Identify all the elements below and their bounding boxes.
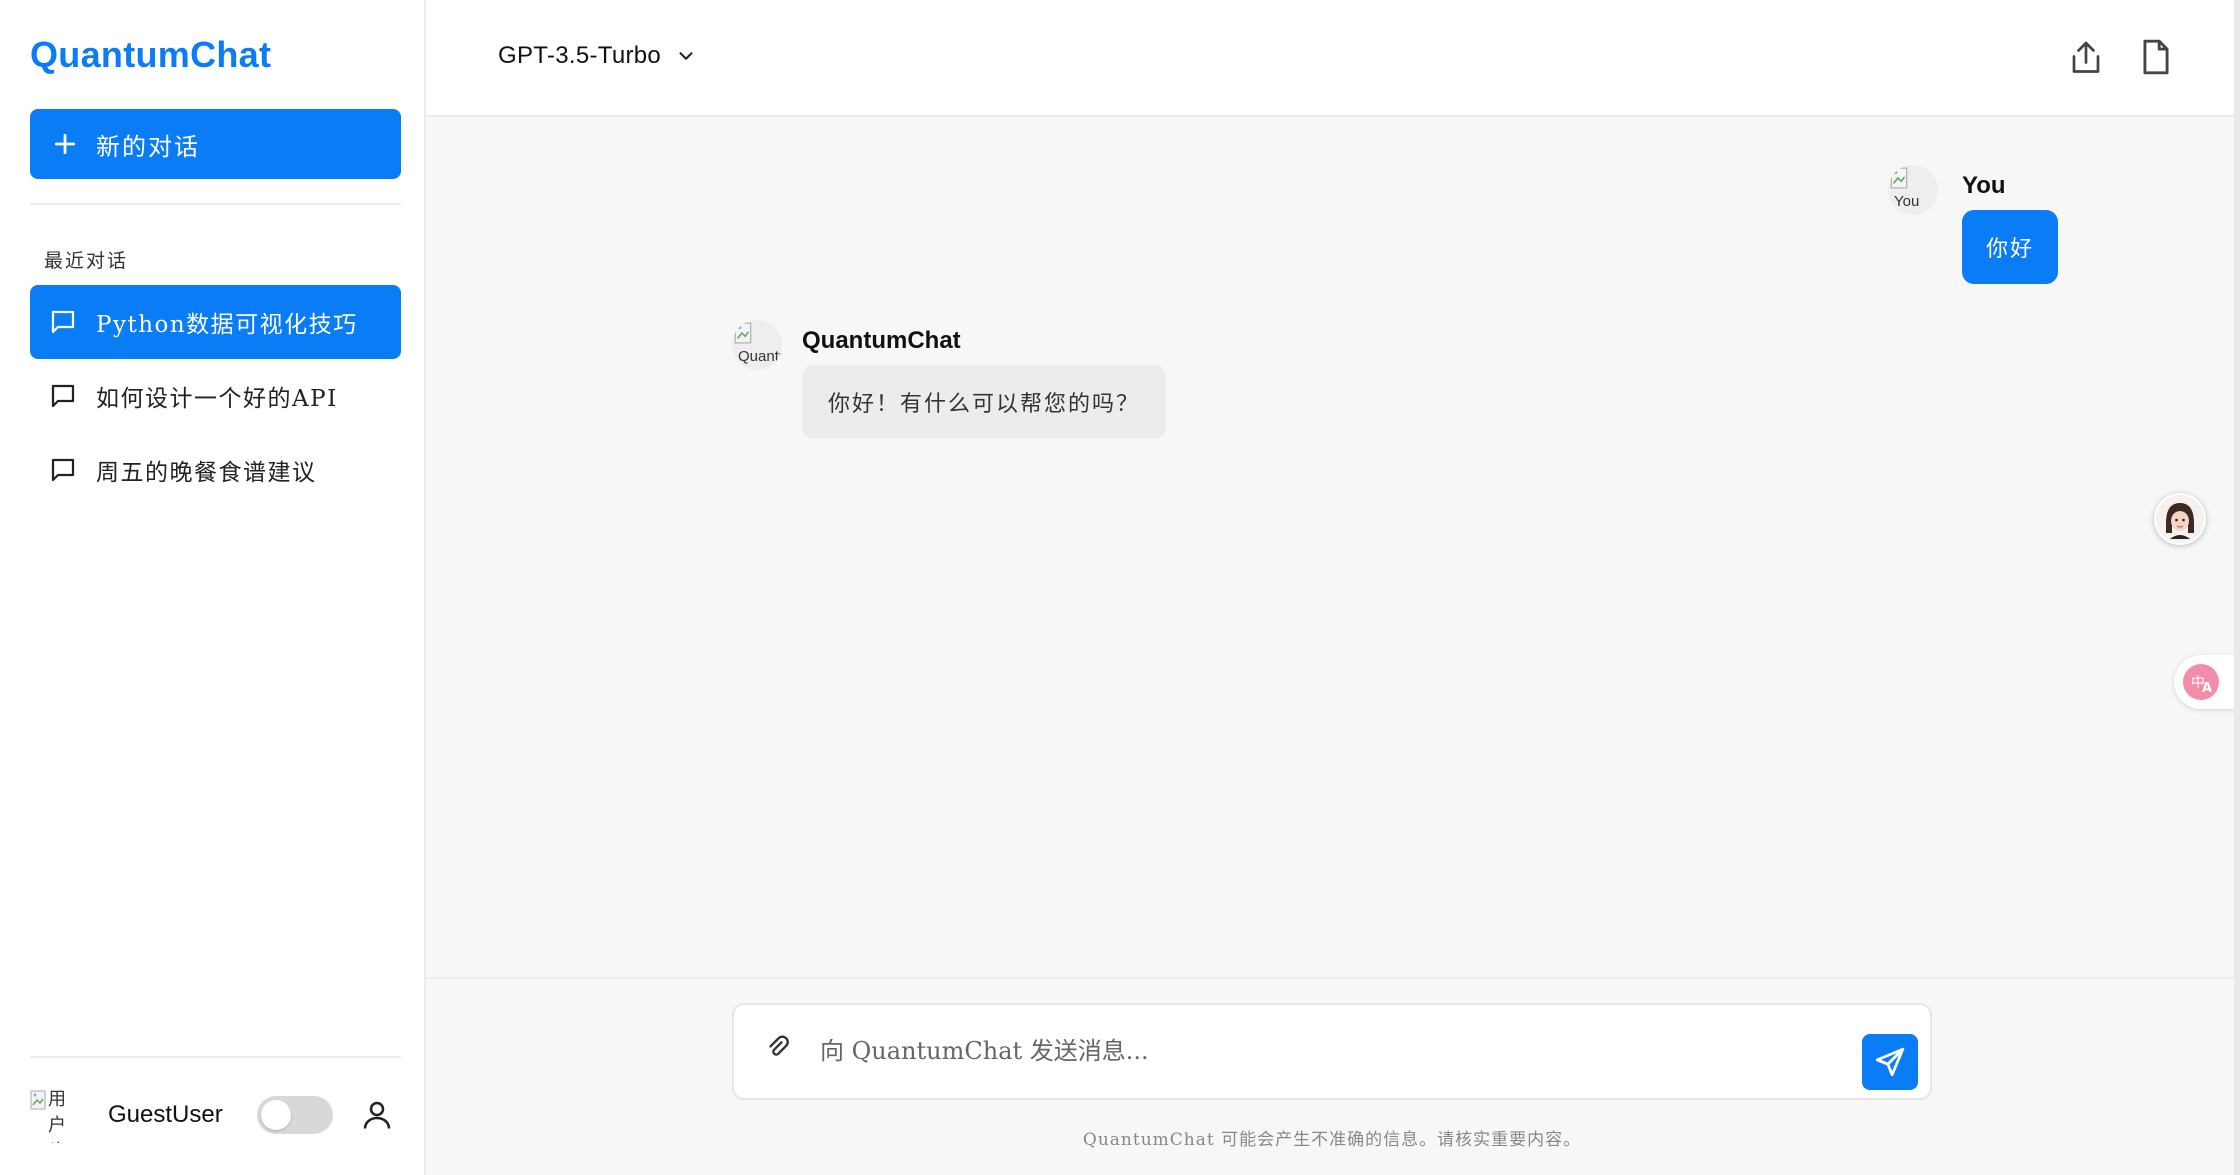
user-profile-row: 用户头像 GuestUser bbox=[30, 1085, 401, 1145]
user-icon[interactable] bbox=[359, 1097, 395, 1133]
user-avatar-alt: 用户头像 bbox=[48, 1089, 66, 1143]
user-avatar: 用户头像 bbox=[30, 1087, 78, 1143]
message-bubble-user: 你好 bbox=[1962, 210, 2058, 284]
sidebar-divider bbox=[30, 203, 401, 205]
chat-main: GPT-3.5-Turbo You You 你好 Quant QuantumCh… bbox=[426, 0, 2240, 1175]
user-name: GuestUser bbox=[108, 1101, 223, 1128]
message-input[interactable] bbox=[820, 1027, 1820, 1075]
conversation-label: 如何设计一个好的API bbox=[96, 386, 338, 412]
sidebar-divider bbox=[30, 1056, 401, 1058]
broken-image-icon bbox=[1890, 167, 1908, 189]
plus-icon bbox=[54, 133, 76, 155]
send-icon bbox=[1875, 1047, 1905, 1077]
avatar-alt-text: You bbox=[1894, 193, 1920, 210]
broken-image-icon bbox=[30, 1090, 46, 1110]
conversation-label: Python数据可视化技巧 bbox=[96, 312, 358, 338]
new-chat-button[interactable]: 新的对话 bbox=[30, 109, 401, 179]
assistant-widget-avatar[interactable] bbox=[2154, 493, 2206, 545]
paperclip-icon[interactable] bbox=[764, 1033, 792, 1061]
broken-image-icon bbox=[734, 322, 752, 344]
chat-header: GPT-3.5-Turbo bbox=[426, 0, 2240, 117]
message-sender: You bbox=[1962, 172, 2006, 199]
app-window: QuantumChat 新的对话 最近对话 Python数据可视化技巧 如何设计… bbox=[0, 0, 2240, 1175]
file-icon[interactable] bbox=[2140, 38, 2172, 76]
message-square-icon bbox=[51, 310, 75, 334]
brand-logo[interactable]: QuantumChat bbox=[30, 34, 271, 76]
message-bubble-assistant: 你好！有什么可以帮您的吗？ bbox=[802, 365, 1167, 439]
window-edge bbox=[2234, 0, 2240, 1175]
translate-icon: 中 A bbox=[2183, 664, 2219, 700]
svg-text:A: A bbox=[2202, 681, 2212, 696]
cartoon-avatar-icon bbox=[2156, 495, 2204, 543]
model-name: GPT-3.5-Turbo bbox=[498, 42, 662, 69]
send-button[interactable] bbox=[1862, 1034, 1918, 1090]
conversation-item-dinner-recipes[interactable]: 周五的晚餐食谱建议 bbox=[30, 433, 401, 507]
message-sender: QuantumChat bbox=[802, 327, 961, 354]
message-square-icon bbox=[51, 458, 75, 482]
avatar-alt-text: QuantumChat bbox=[738, 348, 782, 365]
new-chat-label: 新的对话 bbox=[96, 132, 200, 161]
message-square-icon bbox=[51, 384, 75, 408]
user-message-avatar: You bbox=[1888, 165, 1938, 215]
conversation-label: 周五的晚餐食谱建议 bbox=[96, 460, 317, 486]
toggle-knob bbox=[260, 1100, 291, 1130]
chevron-down-icon bbox=[679, 52, 693, 60]
theme-toggle[interactable] bbox=[256, 1096, 333, 1134]
conversation-list: Python数据可视化技巧 如何设计一个好的API 周五的晚餐食谱建议 bbox=[30, 285, 401, 507]
conversation-item-api-design[interactable]: 如何设计一个好的API bbox=[30, 359, 401, 433]
sidebar: QuantumChat 新的对话 最近对话 Python数据可视化技巧 如何设计… bbox=[0, 0, 426, 1175]
disclaimer-text: QuantumChat 可能会产生不准确的信息。请核实重要内容。 bbox=[1082, 1130, 1582, 1150]
translate-widget[interactable]: 中 A bbox=[2174, 655, 2240, 709]
message-composer bbox=[732, 1003, 1932, 1100]
composer-area: QuantumChat 可能会产生不准确的信息。请核实重要内容。 bbox=[426, 977, 2234, 1175]
share-upload-icon[interactable] bbox=[2068, 38, 2104, 78]
conversation-item-python-viz[interactable]: Python数据可视化技巧 bbox=[30, 285, 401, 359]
assistant-message-avatar: QuantumChat bbox=[732, 320, 782, 370]
model-selector[interactable]: GPT-3.5-Turbo bbox=[498, 42, 697, 70]
recent-conversations-title: 最近对话 bbox=[44, 250, 129, 272]
